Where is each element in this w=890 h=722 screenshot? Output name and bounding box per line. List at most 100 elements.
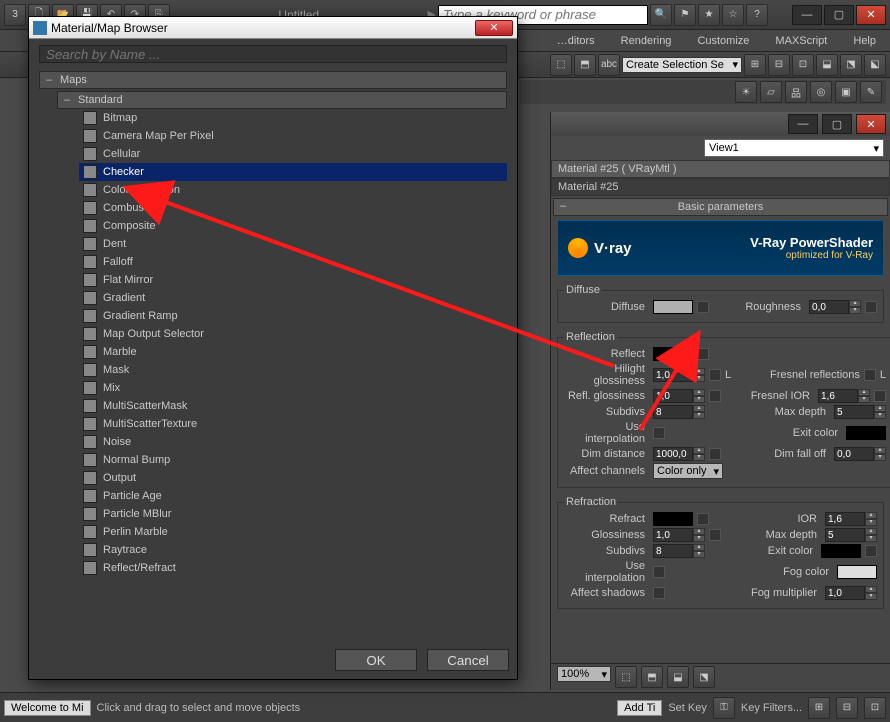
map-item-flat-mirror[interactable]: Flat Mirror (79, 271, 507, 289)
ok-button[interactable]: OK (335, 649, 417, 671)
fog-color-swatch[interactable] (837, 565, 877, 579)
map-item-reflect-refract[interactable]: Reflect/Refract (79, 559, 507, 577)
dim-dist-checkbox[interactable] (709, 448, 721, 460)
nav-icon[interactable]: ⬒ (641, 666, 663, 688)
menu-customize[interactable]: Customize (689, 35, 757, 47)
panel-close-button[interactable]: ✕ (856, 114, 886, 134)
tool-icon[interactable]: ⬕ (864, 54, 886, 76)
affect-channels-combo[interactable]: Color only▾ (653, 463, 723, 479)
reflect-color-swatch[interactable] (653, 347, 693, 361)
dim-dist-spinner[interactable]: ▴▾ (653, 447, 705, 461)
roughness-map-slot[interactable] (865, 301, 877, 313)
dialog-close-button[interactable]: ✕ (475, 20, 513, 36)
map-item-bitmap[interactable]: Bitmap (79, 109, 507, 127)
fog-mult-spinner[interactable]: ▴▾ (825, 586, 877, 600)
tool-icon[interactable]: abc (598, 54, 620, 76)
browser-search-input[interactable] (39, 45, 507, 63)
viewport-nav-icon[interactable]: ⊡ (864, 697, 886, 719)
diffuse-map-slot[interactable] (697, 301, 709, 313)
map-item-dent[interactable]: Dent (79, 235, 507, 253)
refr-exit-color-swatch[interactable] (821, 544, 861, 558)
material-name-field[interactable]: Material #25 (551, 178, 890, 196)
binoculars-icon[interactable]: 🔍 (650, 4, 672, 26)
menu-rendering[interactable]: Rendering (613, 35, 680, 47)
map-item-composite[interactable]: Composite (79, 217, 507, 235)
zoom-combo[interactable]: 100%▾ (557, 666, 611, 682)
panel-maximize-button[interactable]: ▢ (822, 114, 852, 134)
refl-gloss-spinner[interactable]: ▴▾ (653, 389, 705, 403)
map-item-multiscattertexture[interactable]: MultiScatterTexture (79, 415, 507, 433)
panel-minimize-button[interactable]: — (788, 114, 818, 134)
fresnel-checkbox[interactable] (864, 369, 876, 381)
app-menu-icon[interactable]: 3 (4, 4, 26, 26)
create-selection-combo[interactable]: Create Selection Se▾ (622, 57, 742, 73)
map-item-colorcorrection[interactable]: ColorCorrection (79, 181, 507, 199)
viewport-nav-icon[interactable]: ⊟ (836, 697, 858, 719)
refl-exit-color-swatch[interactable] (846, 426, 886, 440)
help-icon[interactable]: ? (746, 4, 768, 26)
nav-icon[interactable]: ⬓ (667, 666, 689, 688)
tool-icon[interactable]: ⬓ (816, 54, 838, 76)
map-item-marble[interactable]: Marble (79, 343, 507, 361)
tool-icon[interactable]: ⊡ (792, 54, 814, 76)
refl-maxdepth-spinner[interactable]: ▴▾ (834, 405, 886, 419)
brush-icon[interactable]: ✎ (860, 81, 882, 103)
hilight-gloss-spinner[interactable]: ▴▾ (653, 368, 705, 382)
refl-gloss-map-slot[interactable] (709, 390, 721, 402)
menu-editors[interactable]: …ditors (549, 35, 603, 47)
cancel-button[interactable]: Cancel (427, 649, 509, 671)
view-dropdown[interactable]: View1▾ (704, 139, 884, 157)
menu-help[interactable]: Help (845, 35, 884, 47)
star-icon[interactable]: ★ (698, 4, 720, 26)
roughness-spinner[interactable]: ▴▾ (809, 300, 861, 314)
fresnel-ior-spinner[interactable]: ▴▾ (818, 389, 870, 403)
map-item-perlin-marble[interactable]: Perlin Marble (79, 523, 507, 541)
flag-icon[interactable]: ⚑ (674, 4, 696, 26)
map-item-gradient-ramp[interactable]: Gradient Ramp (79, 307, 507, 325)
nav-icon[interactable]: ⬔ (693, 666, 715, 688)
refr-gloss-map-slot[interactable] (709, 529, 721, 541)
schematic-icon[interactable]: ▱ (760, 81, 782, 103)
map-item-cellular[interactable]: Cellular (79, 145, 507, 163)
maximize-button[interactable]: ▢ (824, 5, 854, 25)
refr-interp-checkbox[interactable] (653, 566, 665, 578)
reflect-map-slot[interactable] (697, 348, 709, 360)
map-item-output[interactable]: Output (79, 469, 507, 487)
affect-shadows-checkbox[interactable] (653, 587, 665, 599)
map-item-mask[interactable]: Mask (79, 361, 507, 379)
menu-maxscript[interactable]: MAXScript (767, 35, 835, 47)
map-item-normal-bump[interactable]: Normal Bump (79, 451, 507, 469)
map-item-mix[interactable]: Mix (79, 379, 507, 397)
map-item-falloff[interactable]: Falloff (79, 253, 507, 271)
map-item-particle-mblur[interactable]: Particle MBlur (79, 505, 507, 523)
refr-maxdepth-spinner[interactable]: ▴▾ (825, 528, 877, 542)
tool-icon[interactable]: ⬒ (574, 54, 596, 76)
close-button[interactable]: ✕ (856, 5, 886, 25)
screen-icon[interactable]: ▣ (835, 81, 857, 103)
refr-exit-color-checkbox[interactable] (865, 545, 877, 557)
graph-icon[interactable]: 品 (785, 81, 807, 103)
tool-icon[interactable]: ⬚ (550, 54, 572, 76)
refl-subdivs-spinner[interactable]: ▴▾ (653, 405, 705, 419)
favorite-icon[interactable]: ☆ (722, 4, 744, 26)
map-tree[interactable]: –Maps–StandardBitmapCamera Map Per Pixel… (39, 69, 507, 635)
tool-icon[interactable]: ⊟ (768, 54, 790, 76)
tree-node-maps[interactable]: –Maps (39, 71, 507, 89)
tool-icon[interactable]: ⬔ (840, 54, 862, 76)
refract-map-slot[interactable] (697, 513, 709, 525)
add-time-button[interactable]: Add Ti (617, 700, 662, 716)
diffuse-color-swatch[interactable] (653, 300, 693, 314)
refract-color-swatch[interactable] (653, 512, 693, 526)
ior-spinner[interactable]: ▴▾ (825, 512, 877, 526)
key-icon[interactable]: ⚿ (713, 697, 735, 719)
settings-icon[interactable]: ◎ (810, 81, 832, 103)
tree-node-standard[interactable]: –Standard (57, 91, 507, 109)
refl-interp-checkbox[interactable] (653, 427, 665, 439)
map-item-raytrace[interactable]: Raytrace (79, 541, 507, 559)
hilight-lock[interactable] (709, 369, 721, 381)
viewport-nav-icon[interactable]: ⊞ (808, 697, 830, 719)
map-item-map-output-selector[interactable]: Map Output Selector (79, 325, 507, 343)
map-item-multiscattermask[interactable]: MultiScatterMask (79, 397, 507, 415)
refr-gloss-spinner[interactable]: ▴▾ (653, 528, 705, 542)
map-item-gradient[interactable]: Gradient (79, 289, 507, 307)
